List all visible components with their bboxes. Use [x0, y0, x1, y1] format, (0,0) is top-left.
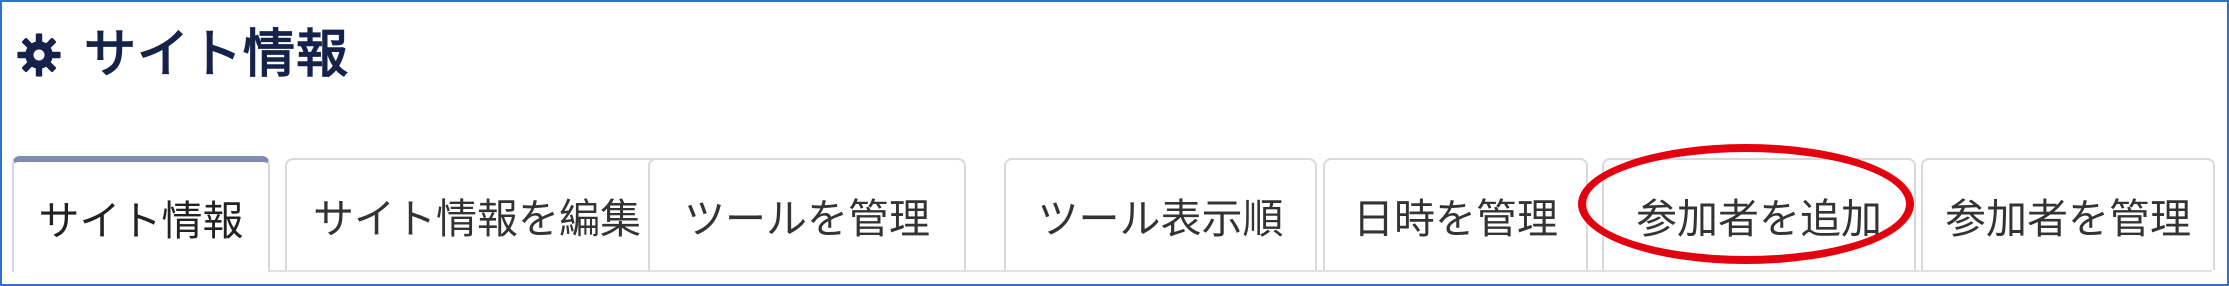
tab-edit-site-info[interactable]: サイト情報を編集	[285, 158, 669, 270]
tab-label-tool-order: ツール表示順	[1037, 195, 1284, 243]
tab-label-site-info: サイト情報	[38, 197, 244, 245]
tab-bar-divider	[12, 270, 2212, 272]
gear-icon	[17, 33, 61, 77]
tab-label-manage-tools: ツールを管理	[684, 195, 930, 243]
tab-tool-order[interactable]: ツール表示順	[1004, 158, 1317, 270]
tab-manage-dates[interactable]: 日時を管理	[1323, 158, 1588, 270]
tab-label-add-participants: 参加者を追加	[1636, 195, 1882, 243]
tab-add-participants[interactable]: 参加者を追加	[1602, 158, 1916, 270]
tab-label-manage-participants: 参加者を管理	[1945, 195, 2191, 243]
tab-site-info[interactable]: サイト情報	[12, 156, 270, 272]
site-info-panel: サイト情報 サイト情報 サイト情報を編集 ツールを管理 ツール表示順 日時を管理…	[0, 0, 2229, 286]
tab-label-edit-site-info: サイト情報を編集	[313, 195, 641, 243]
tab-manage-tools[interactable]: ツールを管理	[648, 158, 966, 270]
tab-manage-participants[interactable]: 参加者を管理	[1921, 158, 2215, 270]
page-title: サイト情報	[84, 25, 350, 85]
tab-label-manage-dates: 日時を管理	[1353, 195, 1558, 243]
page-header: サイト情報	[16, 20, 349, 90]
